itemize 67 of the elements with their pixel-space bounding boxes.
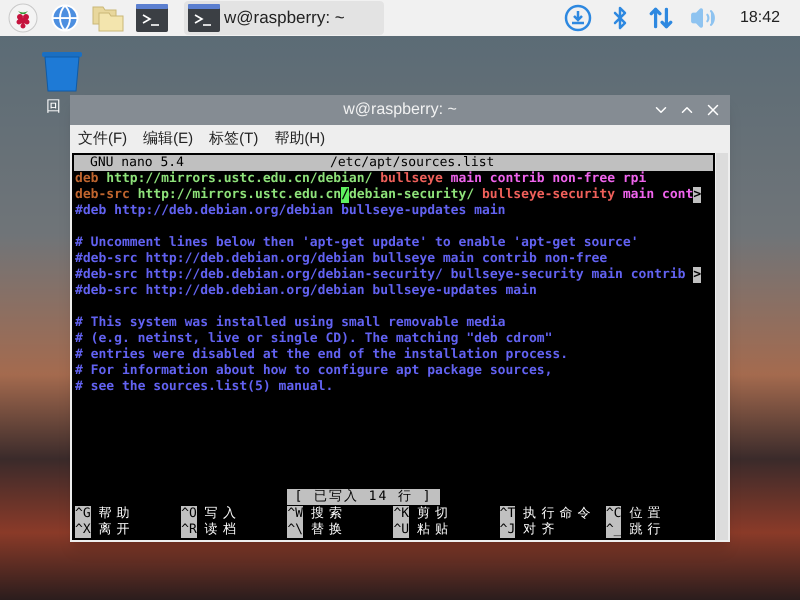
shortcut-key: ^\ xyxy=(287,522,303,538)
shortcut-key: ^_ xyxy=(606,522,622,538)
shortcut-key: ^U xyxy=(393,522,410,538)
shortcut-label: 跳行 xyxy=(629,522,666,538)
shortcut-label: 写入 xyxy=(204,506,242,522)
code-text: deb-src xyxy=(75,187,130,203)
shortcut-label: 搜索 xyxy=(310,506,348,522)
comment-line: #deb-src http://deb.debian.org/debian bullseye-updates main xyxy=(75,283,537,299)
menu-item[interactable]: 帮助(H) xyxy=(274,128,326,150)
shortcut-label: 对齐 xyxy=(523,522,560,538)
window-title: w@raspberry: ~ xyxy=(343,100,457,120)
comment-line: #deb-src http://deb.debian.org/debian-security/ bullseye-security main contrib xyxy=(75,267,686,283)
comment-line: # Uncomment lines below then 'apt-get update' to enable 'apt-get source' xyxy=(75,235,639,251)
file-name: /etc/apt/sources.list xyxy=(330,155,494,171)
shortcut-label: 替换 xyxy=(310,522,348,538)
download-icon[interactable] xyxy=(564,4,592,32)
text-cursor: / xyxy=(341,187,349,203)
line-overflow-marker: > xyxy=(693,187,702,203)
nano-version: GNU nano 5.4 xyxy=(90,155,184,171)
comment-line: #deb http://deb.debian.org/debian bullseye-updates main xyxy=(75,203,506,219)
code-text: http://mirrors.ustc.edu.cn/debian/ xyxy=(106,171,372,187)
scrollbar[interactable] xyxy=(716,153,728,540)
terminal-icon[interactable] xyxy=(136,4,168,32)
taskbar-window-button[interactable]: w@raspberry: ~ xyxy=(184,1,384,35)
shortcut-label: 剪切 xyxy=(416,506,454,522)
shortcut-label: 位置 xyxy=(629,506,666,522)
shortcut-key: ^J xyxy=(500,522,516,538)
shortcut-key: ^X xyxy=(75,522,91,538)
code-text: http://mirrors.ustc.edu.cn xyxy=(138,187,342,203)
web-browser-icon[interactable] xyxy=(50,3,80,33)
shortcut-key: ^T xyxy=(500,506,516,522)
code-text: debian-security/ xyxy=(348,187,474,203)
shortcut-label: 执行命令 xyxy=(523,506,596,522)
code-text: bullseye-security xyxy=(482,187,616,203)
shortcut-label: 读档 xyxy=(204,522,242,538)
terminal-icon[interactable] xyxy=(188,4,220,32)
comment-line: # This system was installed using small removable media xyxy=(75,315,506,331)
trash-label: 回 xyxy=(46,97,61,117)
clock: 18:42 xyxy=(740,8,780,28)
shortcut-label: 离开 xyxy=(98,522,135,538)
menu-item[interactable]: 标签(T) xyxy=(209,128,258,150)
shortcut-key: ^R xyxy=(181,522,197,538)
comment-line: # For information about how to configure apt package sources, xyxy=(75,363,552,379)
folder-icon[interactable] xyxy=(92,4,124,32)
network-arrows-icon[interactable] xyxy=(648,5,674,31)
raspberry-icon[interactable] xyxy=(8,3,38,33)
code-text: bullseye xyxy=(380,171,443,187)
comment-line: #deb-src http://deb.debian.org/debian bullseye main contrib non-free xyxy=(75,251,608,267)
shortcut-key: ^W xyxy=(287,506,303,522)
volume-icon[interactable] xyxy=(690,5,716,31)
shortcut-label: 粘贴 xyxy=(416,522,454,538)
shortcut-key: ^O xyxy=(181,506,197,522)
comment-line: # entries were disabled at the end of the installation process. xyxy=(75,347,568,363)
code-text: main cont xyxy=(622,187,694,203)
taskbar-window-title: w@raspberry: ~ xyxy=(224,7,345,30)
comment-line: # see the sources.list(5) manual. xyxy=(75,379,334,395)
code-text: main contrib non-free rpi xyxy=(450,171,646,187)
menu-item[interactable]: 编辑(E) xyxy=(143,128,194,150)
shortcut-key: ^K xyxy=(393,506,410,522)
shortcut-key: ^C xyxy=(606,506,622,522)
line-overflow-marker: > xyxy=(693,267,702,283)
status-message: [ 已写入 14 行 ] xyxy=(286,489,440,505)
shortcut-label: 帮助 xyxy=(98,506,135,522)
shortcut-key: ^G xyxy=(75,506,91,522)
menu-item[interactable]: 文件(F) xyxy=(78,128,128,150)
code-text: deb xyxy=(75,171,98,187)
comment-line: # (e.g. netinst, live or single CD). The matching "deb cdrom" xyxy=(75,331,552,347)
